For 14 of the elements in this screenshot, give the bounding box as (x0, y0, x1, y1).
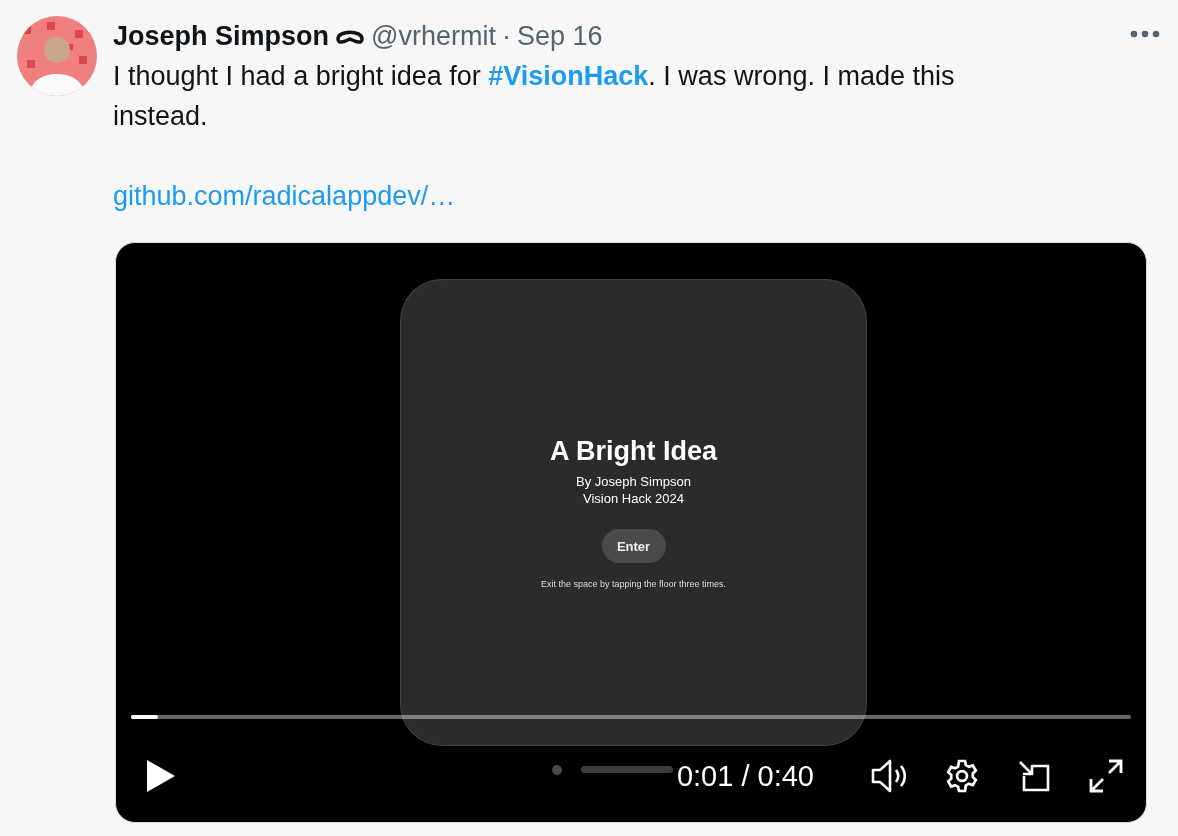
video-time: 0:01 / 0:40 (676, 759, 814, 793)
play-icon (146, 759, 176, 793)
author-name[interactable]: Joseph Simpson (113, 20, 330, 52)
app-title: A Bright Idea (550, 436, 717, 467)
progress-fill[interactable] (131, 715, 158, 719)
author-handle[interactable]: @vrhermit (371, 20, 496, 52)
post-text: I thought I had a bright idea for #VisionHack. I was wrong. I made this instead. (113, 60, 956, 133)
enter-button[interactable]: Enter (601, 529, 666, 563)
post-date[interactable]: Sep 16 (516, 20, 603, 52)
more-icon[interactable] (1130, 30, 1160, 38)
app-subtitle: By Joseph Simpson (576, 473, 691, 490)
app-subtitle: Vision Hack 2024 (583, 490, 684, 507)
exit-hint: Exit the space by tapping the floor three times. (540, 579, 727, 589)
separator-dot: · (501, 20, 511, 52)
